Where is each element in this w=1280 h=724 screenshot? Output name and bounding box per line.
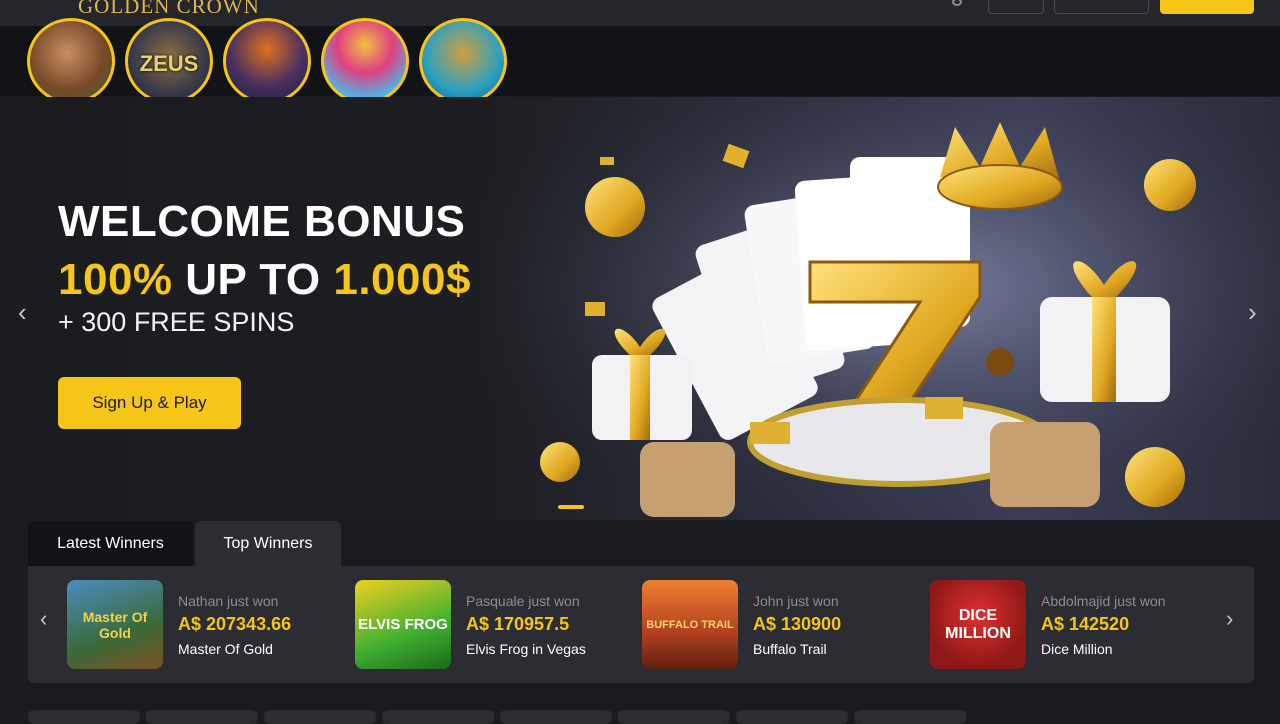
coin-icon — [1125, 447, 1185, 507]
game-thumbnail[interactable]: ELVIS FROG — [355, 580, 451, 669]
category-dice[interactable] — [419, 18, 507, 104]
top-bar: GOLDEN CROWN — [0, 0, 1280, 26]
winner-amount: A$ 170957.5 — [466, 614, 570, 634]
winner-name: John just won — [753, 593, 839, 609]
category-portrait[interactable] — [27, 18, 115, 104]
chevron-right-icon[interactable]: › — [1248, 297, 1257, 328]
category-pill[interactable] — [264, 710, 376, 724]
hero-title: WELCOME BONUS 100% UP TO 1.000$ — [58, 193, 471, 309]
bonus-connector: UP TO — [172, 255, 334, 304]
tab-latest-winners[interactable]: Latest Winners — [28, 521, 193, 566]
bonus-amount: 1.000$ — [333, 255, 471, 304]
coin-icon — [540, 442, 580, 482]
winner-game[interactable]: Buffalo Trail — [753, 641, 827, 657]
game-thumbnail[interactable]: BUFFALO TRAIL — [642, 580, 738, 669]
category-zeus[interactable]: ZEUS — [125, 18, 213, 104]
winner-card[interactable]: Master Of Gold Nathan just won A$ 207343… — [67, 580, 337, 670]
winner-amount: A$ 130900 — [753, 614, 842, 634]
winner-amount: A$ 207343.66 — [178, 614, 292, 634]
category-pill[interactable] — [736, 710, 848, 724]
login-button[interactable] — [988, 0, 1044, 14]
sign-up-play-button[interactable]: Sign Up & Play — [58, 377, 241, 429]
dice-icon — [990, 422, 1100, 507]
winner-name: Abdolmajid just won — [1041, 593, 1166, 609]
hero-title-line1: WELCOME BONUS — [58, 197, 466, 246]
winner-name: Nathan just won — [178, 593, 279, 609]
tab-top-winners[interactable]: Top Winners — [195, 521, 341, 566]
category-crown[interactable] — [321, 18, 409, 104]
winners-tabs: Latest Winners Top Winners — [28, 521, 341, 566]
winner-card[interactable]: BUFFALO TRAIL John just won A$ 130900 Bu… — [642, 580, 912, 670]
winner-amount: A$ 142520 — [1041, 614, 1130, 634]
winner-name: Pasquale just won — [466, 593, 580, 609]
game-thumbnail[interactable]: Master Of Gold — [67, 580, 163, 669]
hero-subtitle: + 300 FREE SPINS — [58, 307, 295, 337]
logo[interactable]: GOLDEN CROWN — [78, 0, 260, 19]
category-pill[interactable] — [618, 710, 730, 724]
category-pill[interactable] — [382, 710, 494, 724]
dice-icon — [640, 442, 735, 517]
category-pill[interactable] — [500, 710, 612, 724]
hero-illustration — [480, 97, 1280, 520]
crown-icon — [937, 122, 1063, 210]
winner-game[interactable]: Dice Million — [1041, 641, 1113, 657]
winner-game[interactable]: Master Of Gold — [178, 641, 273, 657]
winner-card[interactable]: DICE MILLION Abdolmajid just won A$ 1425… — [930, 580, 1200, 670]
category-pill[interactable] — [146, 710, 258, 724]
carousel-indicator[interactable] — [558, 505, 584, 509]
category-pill[interactable] — [28, 710, 140, 724]
hero-banner: WELCOME BONUS 100% UP TO 1.000$ + 300 FR… — [0, 97, 1280, 520]
search-icon[interactable] — [952, 0, 962, 6]
chevron-left-icon[interactable]: ‹ — [18, 297, 27, 328]
bonus-percent: 100% — [58, 255, 173, 304]
winner-card[interactable]: ELVIS FROG Pasquale just won A$ 170957.5… — [355, 580, 625, 670]
category-pill[interactable] — [854, 710, 966, 724]
language-button[interactable] — [1054, 0, 1149, 14]
coin-icon — [1144, 159, 1196, 211]
winners-panel: ‹ Master Of Gold Nathan just won A$ 2073… — [28, 566, 1254, 683]
chevron-left-icon[interactable]: ‹ — [40, 606, 47, 632]
category-label: ZEUS — [139, 51, 199, 76]
signup-button[interactable] — [1160, 0, 1254, 14]
category-strip: ZEUS — [0, 18, 1280, 104]
coin-icon — [585, 177, 645, 237]
winner-game[interactable]: Elvis Frog in Vegas — [466, 641, 586, 657]
category-pumpkin[interactable] — [223, 18, 311, 104]
game-thumbnail[interactable]: DICE MILLION — [930, 580, 1026, 669]
hero-title-line2: 100% UP TO 1.000$ — [58, 251, 471, 309]
chevron-right-icon[interactable]: › — [1226, 606, 1233, 632]
